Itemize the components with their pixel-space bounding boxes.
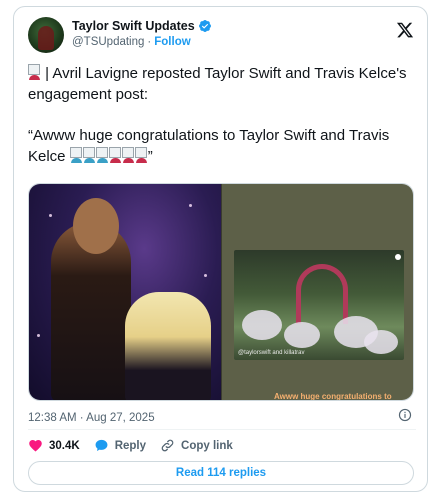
action-bar: 30.4K Reply Copy link (28, 438, 233, 453)
broken-emoji-icon (95, 147, 108, 165)
post-text: | Avril Lavigne reposted Taylor Swift an… (28, 63, 418, 167)
copy-link-label: Copy link (181, 439, 233, 452)
post-timestamp[interactable]: 12:38 AM · Aug 27, 2025 (28, 412, 155, 424)
avatar[interactable] (28, 17, 64, 53)
post-line-1-text: | Avril Lavigne reposted Taylor Swift an… (28, 65, 407, 103)
reply-label: Reply (114, 439, 147, 452)
broken-emoji-icon (121, 147, 134, 165)
read-replies-button[interactable]: Read 114 replies (28, 461, 414, 485)
author-name[interactable]: Taylor Swift Updates (72, 19, 195, 33)
reply-icon (95, 439, 108, 451)
post-card: Taylor Swift Updates @TSUpdating · Follo… (13, 6, 428, 492)
author-handle[interactable]: @TSUpdating (72, 36, 144, 48)
reply-button[interactable]: Reply (94, 438, 146, 453)
broken-emoji-icon (108, 147, 121, 165)
post-quote: “Awww huge congratulations to Taylor Swi… (28, 125, 418, 167)
x-logo-icon[interactable] (396, 21, 414, 39)
copy-link-button[interactable]: Copy link (160, 438, 233, 453)
story-image (234, 250, 404, 360)
verified-badge-icon (198, 20, 211, 32)
post-quote-end: ” (147, 148, 153, 165)
media-grid[interactable]: @taylorswift and killatrav Awww huge con… (28, 183, 414, 401)
follow-button[interactable]: Follow (154, 36, 190, 48)
info-icon[interactable] (398, 408, 412, 422)
handle-separator: · (147, 36, 152, 48)
photo-story-screenshot[interactable]: @taylorswift and killatrav Awww huge con… (221, 184, 413, 400)
story-tag: @taylorswift and killatrav (238, 350, 305, 356)
broken-emoji-icon (28, 64, 40, 82)
divider (28, 429, 416, 430)
post-line-1: | Avril Lavigne reposted Taylor Swift an… (28, 63, 418, 105)
broken-emoji-icon (134, 147, 147, 165)
broken-emoji-icon (82, 147, 95, 165)
photo-concert[interactable] (29, 184, 221, 400)
post-header: Taylor Swift Updates @TSUpdating · Follo… (28, 17, 416, 53)
link-icon (161, 439, 174, 452)
story-caption: Awww huge congratulations to (274, 392, 392, 401)
heart-icon (29, 440, 42, 452)
like-button[interactable]: 30.4K (28, 438, 80, 453)
like-count: 30.4K (49, 439, 80, 452)
broken-emoji-icon (69, 147, 82, 165)
